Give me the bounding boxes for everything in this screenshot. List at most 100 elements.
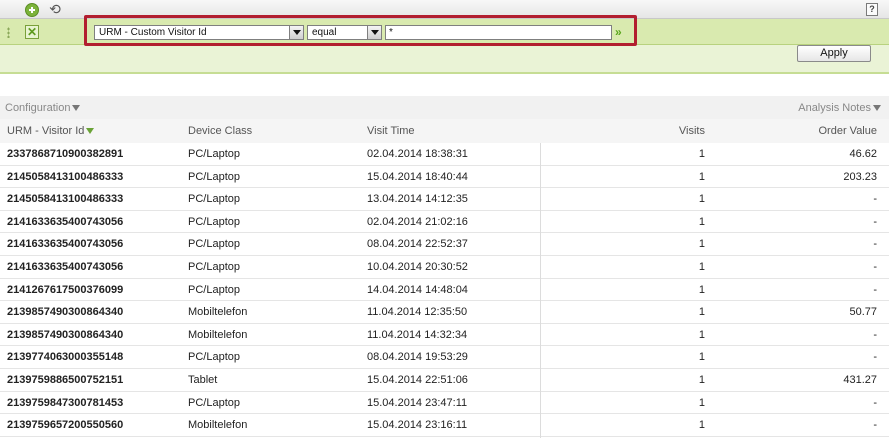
cell-device-class: PC/Laptop — [188, 193, 240, 206]
table-row[interactable]: 2139774063000355148 PC/Laptop 08.04.2014 1… — [0, 346, 889, 369]
column-header-row: URM - Visitor Id Device Class Visit Time… — [0, 119, 889, 143]
cell-device-class: PC/Laptop — [188, 170, 240, 183]
cell-visit-time: 13.04.2014 14:12:35 — [367, 193, 468, 206]
filter-field-value: URM - Custom Visitor Id — [99, 27, 207, 38]
cell-visits: 1 — [698, 351, 705, 364]
cell-visit-time: 15.04.2014 23:16:11 — [367, 419, 468, 432]
cell-visitor-id: 2139857490300864340 — [7, 328, 124, 341]
cell-order-value: - — [873, 238, 877, 251]
cell-order-value: - — [873, 260, 877, 273]
table-row[interactable]: 2141633635400743056 PC/Laptop 08.04.2014 2… — [0, 233, 889, 256]
cell-visits: 1 — [698, 215, 705, 228]
cell-visits: 1 — [698, 396, 705, 409]
column-header-device-class[interactable]: Device Class — [188, 125, 252, 137]
cell-visits: 1 — [698, 373, 705, 386]
sort-caret-icon — [86, 128, 95, 134]
cell-visit-time: 11.04.2014 14:32:34 — [367, 328, 468, 341]
configuration-label: Configuration — [5, 102, 71, 114]
cell-visits: 1 — [698, 238, 705, 251]
cell-device-class: Mobiltelefon — [188, 419, 248, 432]
cell-visits: 1 — [698, 170, 705, 183]
cell-visitor-id: 2145058413100486333 — [7, 170, 124, 183]
cell-visitor-id: 2139857490300864340 — [7, 306, 124, 319]
table-row[interactable]: 2337868710900382891 PC/Laptop 02.04.2014 1… — [0, 143, 889, 166]
cell-order-value: 50.77 — [849, 306, 877, 319]
cell-device-class: Tablet — [188, 373, 218, 386]
cell-visits: 1 — [698, 148, 705, 160]
cell-order-value: - — [873, 396, 877, 409]
cell-visitor-id: 2141633635400743056 — [7, 215, 124, 228]
chevron-down-icon[interactable] — [289, 26, 303, 39]
column-header-visitor-id[interactable]: URM - Visitor Id — [7, 125, 95, 137]
column-header-visit-time[interactable]: Visit Time — [367, 125, 414, 137]
cell-order-value: - — [873, 419, 877, 432]
dropdown-caret-icon — [873, 105, 881, 111]
results-table: Configuration Analysis Notes URM - Visit… — [0, 96, 889, 437]
cell-visitor-id: 2337868710900382891 — [7, 148, 124, 160]
table-row[interactable]: 2141633635400743056 PC/Laptop 10.04.2014 2… — [0, 255, 889, 279]
cell-order-value: - — [873, 283, 877, 296]
table-row[interactable]: 2139759657200550560 Mobiltelefon 15.04.201… — [0, 414, 889, 437]
cell-visit-time: 02.04.2014 18:38:31 — [367, 148, 468, 160]
refresh-icon[interactable]: ⟲ — [46, 2, 64, 18]
table-row[interactable]: 2145058413100486333 PC/Laptop 13.04.2014 1… — [0, 188, 889, 211]
cell-visit-time: 11.04.2014 12:35:50 — [367, 306, 468, 319]
apply-button[interactable]: Apply — [797, 45, 871, 62]
cell-visit-time: 15.04.2014 23:47:11 — [367, 396, 468, 409]
cell-visits: 1 — [698, 260, 705, 273]
column-header-order-value[interactable]: Order Value — [819, 125, 878, 137]
chevron-down-icon[interactable] — [367, 26, 381, 39]
cell-device-class: PC/Laptop — [188, 260, 240, 273]
cell-visits: 1 — [698, 306, 705, 319]
column-divider — [540, 143, 541, 438]
cell-visit-time: 15.04.2014 18:40:44 — [367, 170, 468, 183]
filter-operator-value: equal — [312, 27, 337, 38]
go-arrow-icon[interactable]: » — [615, 25, 629, 40]
cell-order-value: 431.27 — [843, 373, 877, 386]
cell-device-class: PC/Laptop — [188, 351, 240, 364]
table-row[interactable]: 2141267617500376099 PC/Laptop 14.04.2014 1… — [0, 278, 889, 302]
table-header-bar: Configuration Analysis Notes — [0, 96, 889, 119]
cell-device-class: PC/Laptop — [188, 283, 240, 296]
table-row[interactable]: 2141633635400743056 PC/Laptop 02.04.2014 2… — [0, 210, 889, 234]
cell-visits: 1 — [698, 193, 705, 206]
cell-visits: 1 — [698, 283, 705, 296]
analysis-notes-label: Analysis Notes — [798, 102, 871, 114]
table-row[interactable]: 2145058413100486333 PC/Laptop 15.04.2014 1… — [0, 165, 889, 189]
analysis-notes-menu[interactable]: Analysis Notes — [798, 102, 881, 114]
table-row[interactable]: 2139857490300864340 Mobiltelefon 11.04.201… — [0, 301, 889, 324]
filter-value-input[interactable]: * — [385, 25, 612, 40]
cell-visitor-id: 2139759657200550560 — [7, 419, 124, 432]
filter-panel: ⟲ ? ✕ URM - Custom Visitor Id equal * » … — [0, 0, 889, 74]
cell-order-value: 46.62 — [849, 148, 877, 160]
filter-operator-select[interactable]: equal — [307, 25, 382, 40]
add-filter-icon[interactable] — [25, 3, 39, 17]
cell-order-value: 203.23 — [843, 170, 877, 183]
cell-visit-time: 10.04.2014 20:30:52 — [367, 260, 468, 273]
cell-visitor-id: 2141267617500376099 — [7, 283, 124, 296]
filter-field-select[interactable]: URM - Custom Visitor Id — [94, 25, 304, 40]
cell-order-value: - — [873, 328, 877, 341]
table-body: 2337868710900382891 PC/Laptop 02.04.2014 1… — [0, 143, 889, 437]
table-row[interactable]: 2139759847300781453 PC/Laptop 15.04.2014 2… — [0, 391, 889, 415]
cell-device-class: PC/Laptop — [188, 148, 240, 160]
dropdown-caret-icon — [72, 105, 81, 111]
help-icon[interactable]: ? — [866, 3, 878, 16]
cell-visit-time: 08.04.2014 22:52:37 — [367, 238, 468, 251]
cell-order-value: - — [873, 351, 877, 364]
column-header-label: URM - Visitor Id — [7, 125, 85, 137]
cell-device-class: PC/Laptop — [188, 396, 240, 409]
cell-visits: 1 — [698, 328, 705, 341]
remove-filter-icon[interactable]: ✕ — [25, 25, 39, 39]
table-row[interactable]: 2139857490300864340 Mobiltelefon 11.04.201… — [0, 323, 889, 347]
cell-device-class: Mobiltelefon — [188, 306, 248, 319]
column-header-visits[interactable]: Visits — [679, 125, 705, 137]
cell-visitor-id: 2139759847300781453 — [7, 396, 124, 409]
cell-order-value: - — [873, 215, 877, 228]
cell-visitor-id: 2141633635400743056 — [7, 260, 124, 273]
configuration-menu[interactable]: Configuration — [5, 102, 81, 114]
drag-handle-icon[interactable] — [7, 27, 10, 38]
table-row[interactable]: 2139759886500752151 Tablet 15.04.2014 22:5… — [0, 368, 889, 392]
cell-visit-time: 14.04.2014 14:48:04 — [367, 283, 468, 296]
cell-visits: 1 — [698, 419, 705, 432]
